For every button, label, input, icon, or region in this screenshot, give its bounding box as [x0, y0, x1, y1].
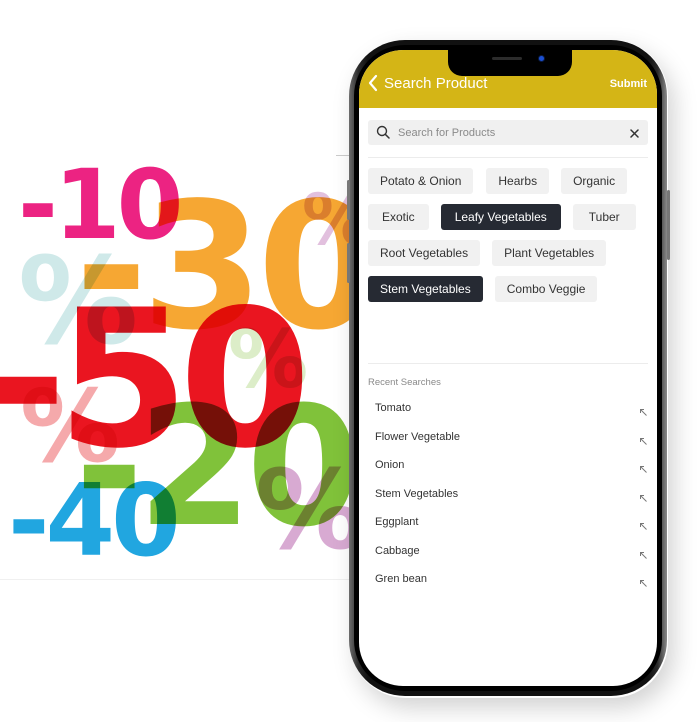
- recent-search-item[interactable]: Flower Vegetable: [368, 425, 648, 454]
- page-title: Search Product: [384, 75, 488, 92]
- recent-search-text: Onion: [375, 459, 405, 471]
- arrow-up-left-icon[interactable]: [639, 547, 648, 565]
- chevron-left-icon: [368, 74, 378, 92]
- arrow-up-left-icon[interactable]: [639, 518, 648, 536]
- recent-search-item[interactable]: Stem Vegetables: [368, 482, 648, 511]
- recent-search-text: Cabbage: [375, 544, 420, 557]
- arrow-up-left-icon[interactable]: [639, 404, 648, 422]
- discount-40: -40: [8, 462, 181, 579]
- phone-power-button: [667, 190, 670, 260]
- phone-notch: [448, 50, 572, 76]
- front-camera: [539, 56, 544, 61]
- discount-10: -10: [18, 155, 183, 261]
- search-bar: [368, 120, 648, 145]
- recent-searches-list: Tomato Flower Vegetable Onion Stem Veget…: [368, 396, 648, 596]
- chip-organic[interactable]: Organic: [561, 168, 628, 194]
- arrow-up-left-icon[interactable]: [639, 433, 648, 451]
- chip-row: Exotic Leafy Vegetables Tuber: [368, 204, 648, 230]
- chip-tuber[interactable]: Tuber: [572, 204, 636, 230]
- chip-row: Stem Vegetables Combo Veggie: [368, 276, 648, 302]
- recent-search-item[interactable]: Tomato: [368, 396, 648, 425]
- recent-search-text: Flower Vegetable: [375, 430, 460, 443]
- search-divider: [368, 157, 648, 158]
- recent-search-item[interactable]: Gren bean: [368, 567, 648, 596]
- recent-search-item[interactable]: Eggplant: [368, 510, 648, 539]
- arrow-up-left-icon[interactable]: [639, 575, 648, 593]
- arrow-up-left-icon[interactable]: [639, 461, 648, 479]
- chip-exotic[interactable]: Exotic: [368, 204, 429, 230]
- search-icon: [376, 125, 390, 144]
- chip-row: Root Vegetables Plant Vegetables: [368, 240, 648, 266]
- discount-promo-art: % % % % % -30 -10 -20 -50 -40: [0, 155, 350, 580]
- speaker-grille: [492, 57, 522, 60]
- arrow-up-left-icon[interactable]: [639, 490, 648, 508]
- recent-searches-heading: Recent Searches: [368, 377, 441, 388]
- category-chips: Potato & Onion Hearbs Organic Exotic Lea…: [368, 168, 648, 312]
- chip-root-vegetables[interactable]: Root Vegetables: [368, 240, 481, 266]
- phone-screen: Search Product Submit Potato & Onion Hea…: [359, 50, 657, 686]
- chip-leafy-vegetables[interactable]: Leafy Vegetables: [440, 204, 561, 230]
- chip-row: Potato & Onion Hearbs Organic: [368, 168, 648, 194]
- recent-divider: [368, 363, 648, 364]
- chip-plant-vegetables[interactable]: Plant Vegetables: [492, 240, 607, 266]
- art-border-line: [336, 155, 350, 156]
- recent-search-text: Tomato: [375, 402, 412, 414]
- clear-search-button[interactable]: [629, 126, 640, 144]
- submit-button[interactable]: Submit: [610, 78, 647, 90]
- close-icon: [630, 129, 639, 138]
- recent-search-text: Stem Vegetables: [375, 487, 459, 500]
- search-input[interactable]: [398, 120, 618, 145]
- back-button[interactable]: [367, 74, 383, 96]
- chip-hearbs[interactable]: Hearbs: [486, 168, 550, 194]
- discount-50: -50: [0, 269, 311, 490]
- phone-volume-up-button: [347, 180, 350, 220]
- chip-stem-vegetables[interactable]: Stem Vegetables: [368, 276, 483, 302]
- chip-potato-onion[interactable]: Potato & Onion: [368, 168, 474, 194]
- recent-search-text: Gren bean: [375, 573, 427, 585]
- recent-search-item[interactable]: Onion: [368, 453, 648, 482]
- recent-search-text: Eggplant: [375, 516, 419, 528]
- chip-combo-veggie[interactable]: Combo Veggie: [494, 276, 598, 302]
- recent-search-item[interactable]: Cabbage: [368, 539, 648, 568]
- phone-volume-down-button: [347, 243, 350, 283]
